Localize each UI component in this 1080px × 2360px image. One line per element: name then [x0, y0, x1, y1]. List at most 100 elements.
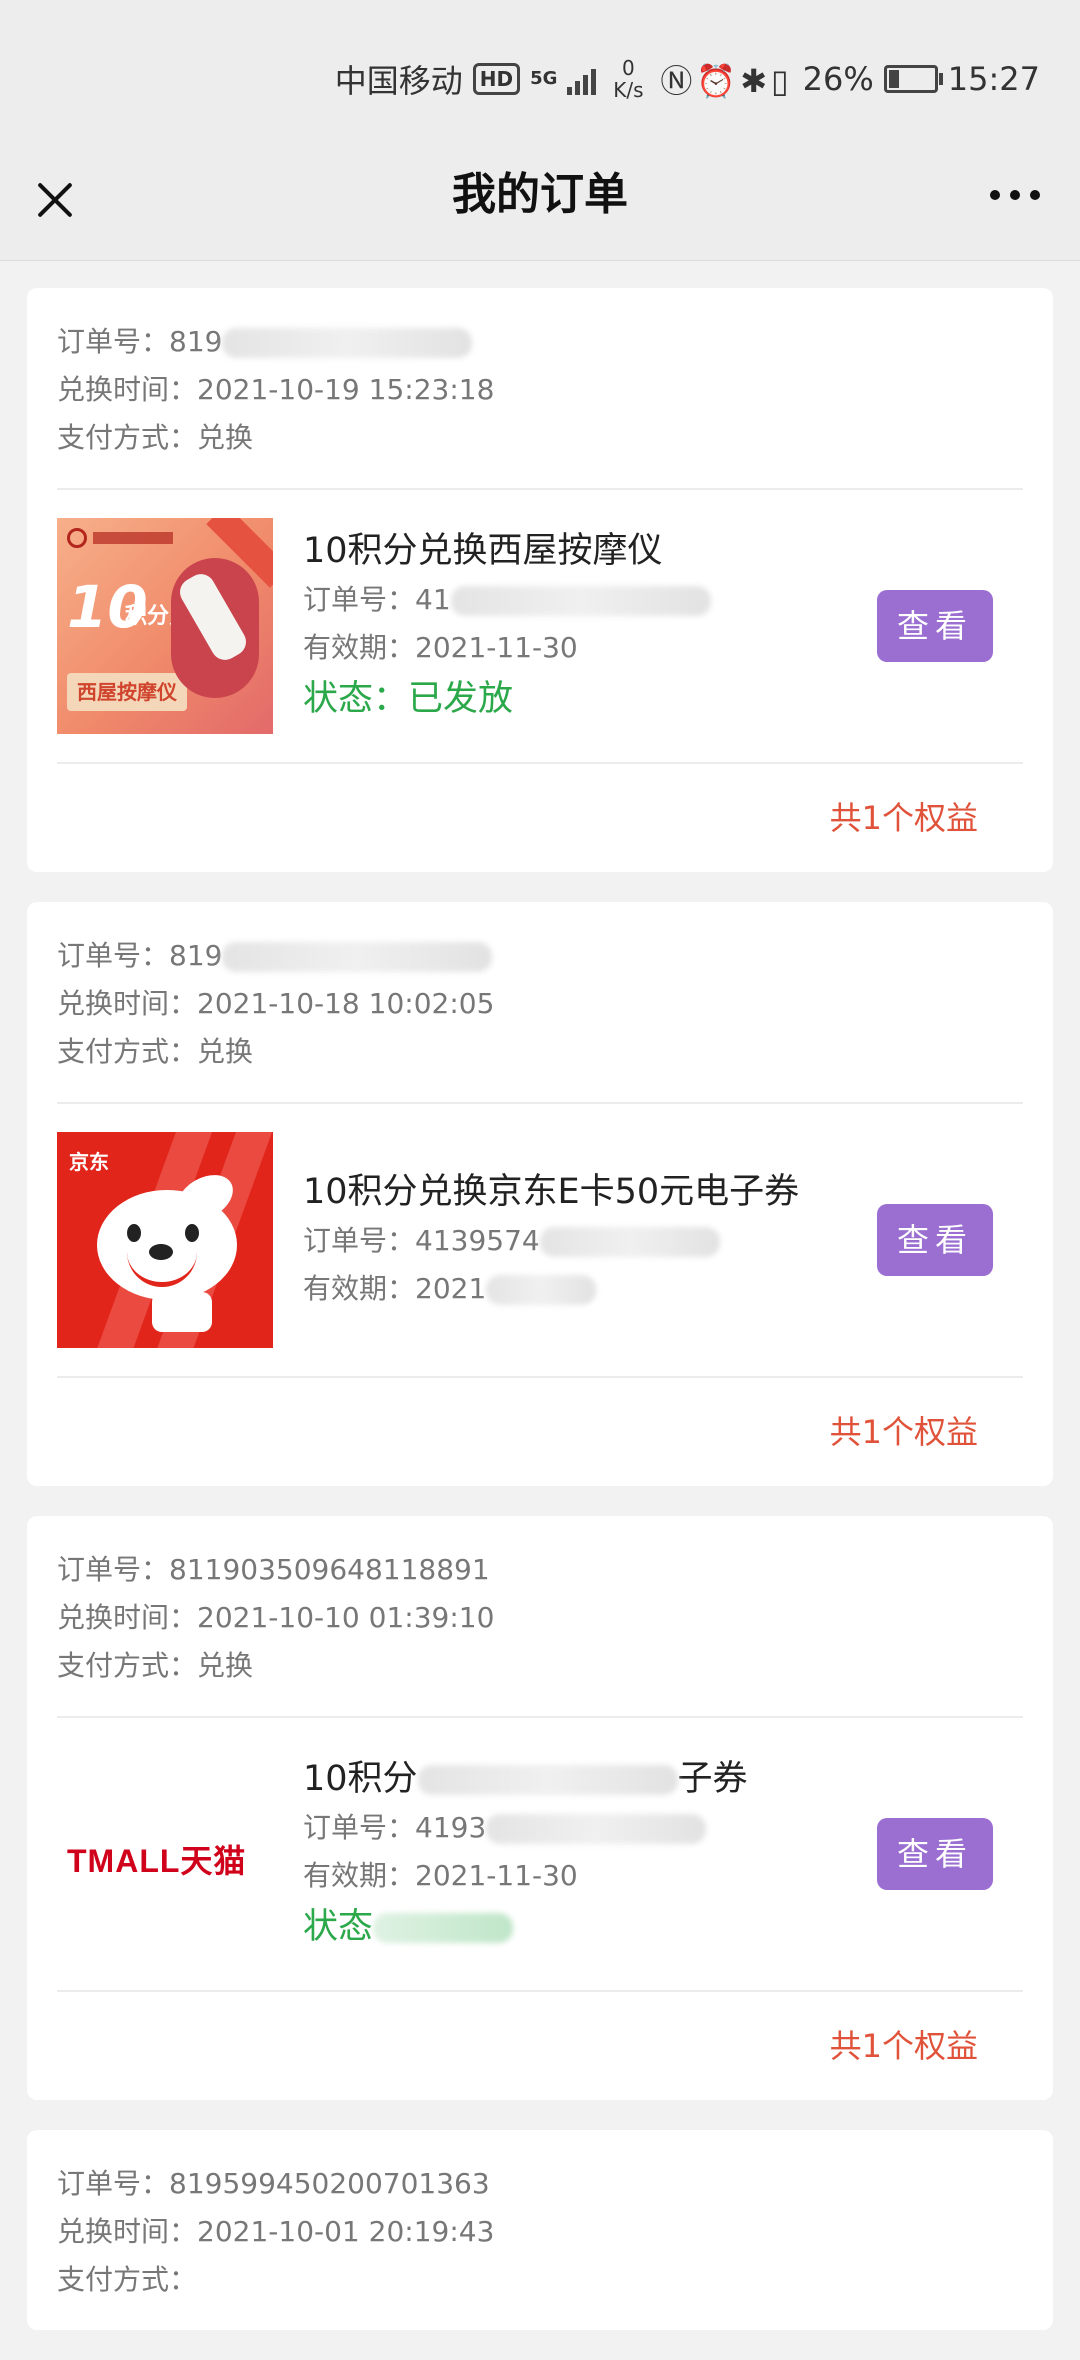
- product-row[interactable]: 京东 10积分兑换京东E卡50元电子券 订单号：4139574 有效期：2021…: [57, 1104, 1023, 1378]
- product-row[interactable]: TMALL天猫 10积分 子券 订单号：4193 有效期：2021-11-30 状…: [57, 1718, 1023, 1992]
- payment-label: 支付方式：: [57, 1035, 198, 1068]
- value: 4193: [415, 1811, 487, 1844]
- benefit-count: 共1个权益: [829, 2027, 978, 2065]
- label: 有效期：: [303, 631, 416, 664]
- value: 已发放: [408, 679, 514, 719]
- order-meta: 订单号：819 兑换时间：2021-10-18 10:02:05 支付方式：兑换: [57, 902, 1023, 1104]
- label: 有效期：: [303, 1272, 416, 1305]
- redacted-block: [450, 586, 711, 616]
- benefit-count: 共1个权益: [829, 1413, 978, 1451]
- product-thumbnail: 10 积分兑 西屋按摩仪: [57, 518, 273, 734]
- redacted-block: [222, 328, 473, 358]
- value: 2021-11-30: [415, 631, 578, 664]
- more-icon[interactable]: [990, 180, 1050, 210]
- massager-image: [171, 558, 259, 698]
- battery-percent: 26%: [802, 60, 874, 98]
- order-footer: 共1个权益: [57, 1378, 1023, 1486]
- payment-value: 兑换: [197, 1035, 254, 1068]
- order-number-label: 订单号：: [57, 325, 170, 358]
- dog-eye: [185, 1224, 199, 1242]
- exchange-time-line: 兑换时间：2021-10-10 01:39:10: [57, 1594, 1023, 1642]
- speed-value: 0: [622, 56, 635, 80]
- payment-line: 支付方式：兑换: [57, 414, 1023, 462]
- carrier-name: 中国移动: [334, 62, 463, 100]
- value: 4139574: [415, 1224, 540, 1257]
- network-speed: 0 K/s: [606, 57, 650, 101]
- label: 状态: [303, 1907, 374, 1947]
- signal-icon: [567, 63, 597, 95]
- order-number-line: 订单号：819599450200701363: [57, 2160, 1023, 2208]
- redacted-block: [539, 1227, 720, 1257]
- product-title: 10积分兑换西屋按摩仪: [303, 531, 663, 571]
- exchange-time-line: 兑换时间：2021-10-19 15:23:18: [57, 366, 1023, 414]
- redacted-block: [486, 1275, 597, 1305]
- redacted-block: [486, 1814, 707, 1844]
- exchange-time-line: 兑换时间：2021-10-18 10:02:05: [57, 980, 1023, 1028]
- tmall-logo: TMALL天猫: [67, 1843, 247, 1879]
- label: 订单号：: [303, 1811, 416, 1844]
- order-card: 订单号：819599450200701363 兑换时间：2021-10-01 2…: [27, 2130, 1053, 2330]
- jd-logo: 京东: [69, 1150, 109, 1174]
- exchange-time-line: 兑换时间：2021-10-01 20:19:43: [57, 2208, 1023, 2256]
- order-footer: 共1个权益: [57, 1992, 1023, 2100]
- dog-body: [152, 1292, 212, 1332]
- order-number-value: 819: [169, 325, 223, 358]
- product-thumbnail: 京东: [57, 1132, 273, 1348]
- order-number-line: 订单号：811903509648118891: [57, 1546, 1023, 1594]
- order-number-line: 订单号：819: [57, 932, 1023, 980]
- order-number-label: 订单号：: [57, 1553, 170, 1586]
- page-title: 我的订单: [452, 169, 628, 220]
- product-title: 10积分 子券: [303, 1754, 1023, 1804]
- order-number-label: 订单号：: [57, 939, 170, 972]
- exchange-time-label: 兑换时间：: [57, 373, 198, 406]
- redacted-block: [373, 1913, 514, 1943]
- payment-line: 支付方式：: [57, 2256, 1023, 2304]
- redacted-block: [417, 1765, 678, 1795]
- payment-value: 兑换: [197, 421, 254, 454]
- order-meta: 订单号：819 兑换时间：2021-10-19 15:23:18 支付方式：兑换: [57, 288, 1023, 490]
- value: 2021: [415, 1272, 487, 1305]
- view-button[interactable]: 查看: [877, 590, 993, 662]
- exchange-time-label: 兑换时间：: [57, 1601, 198, 1634]
- label: 订单号：: [303, 583, 416, 616]
- order-card: 订单号：811903509648118891 兑换时间：2021-10-10 0…: [27, 1516, 1053, 2100]
- payment-line: 支付方式：兑换: [57, 1028, 1023, 1076]
- label: 状态：: [303, 679, 409, 719]
- label: 有效期：: [303, 1859, 416, 1892]
- view-button[interactable]: 查看: [877, 1204, 993, 1276]
- order-card: 订单号：819 兑换时间：2021-10-19 15:23:18 支付方式：兑换…: [27, 288, 1053, 872]
- order-number-value: 819599450200701363: [169, 2167, 490, 2200]
- product-row[interactable]: 10 积分兑 西屋按摩仪 10积分兑换西屋按摩仪 订单号：41 有效期：2021…: [57, 490, 1023, 764]
- payment-line: 支付方式：兑换: [57, 1642, 1023, 1690]
- bank-logo: [67, 528, 177, 550]
- product-status: 状态: [303, 1900, 1023, 1954]
- redacted-block: [222, 942, 493, 972]
- nfc-alarm-bluetooth-vibrate-icons: Ⓝ⏰✱▯: [660, 62, 793, 100]
- nav-bar: 我的订单: [0, 150, 1080, 261]
- payment-value: 兑换: [197, 1649, 254, 1682]
- order-number-value: 819: [169, 939, 223, 972]
- order-number-label: 订单号：: [57, 2167, 170, 2200]
- payment-label: 支付方式：: [57, 1649, 198, 1682]
- view-button[interactable]: 查看: [877, 1818, 993, 1890]
- exchange-time-value: 2021-10-19 15:23:18: [197, 373, 495, 406]
- exchange-time-value: 2021-10-01 20:19:43: [197, 2215, 495, 2248]
- exchange-time-label: 兑换时间：: [57, 987, 198, 1020]
- clock: 15:27: [947, 60, 1040, 98]
- thumb-tag: 西屋按摩仪: [67, 673, 187, 711]
- status-icons: 中国移动 HD 5G 0 K/s Ⓝ⏰✱▯ 26% 15:27: [335, 55, 1040, 103]
- label: 订单号：: [303, 1224, 416, 1257]
- value: 2021-11-30: [415, 1859, 578, 1892]
- order-card: 订单号：819 兑换时间：2021-10-18 10:02:05 支付方式：兑换…: [27, 902, 1053, 1486]
- order-meta: 订单号：819599450200701363 兑换时间：2021-10-01 2…: [57, 2130, 1023, 2330]
- title-start: 10积分: [303, 1759, 418, 1799]
- hd-icon: HD: [472, 63, 521, 95]
- order-footer: 共1个权益: [57, 764, 1023, 872]
- product-status: 状态：已发放: [303, 672, 1023, 726]
- speed-unit: K/s: [613, 78, 644, 102]
- title-end: 子券: [677, 1759, 748, 1799]
- benefit-count: 共1个权益: [829, 799, 978, 837]
- payment-label: 支付方式：: [57, 421, 198, 454]
- network-type: 5G: [530, 68, 558, 89]
- order-number-value: 811903509648118891: [169, 1553, 490, 1586]
